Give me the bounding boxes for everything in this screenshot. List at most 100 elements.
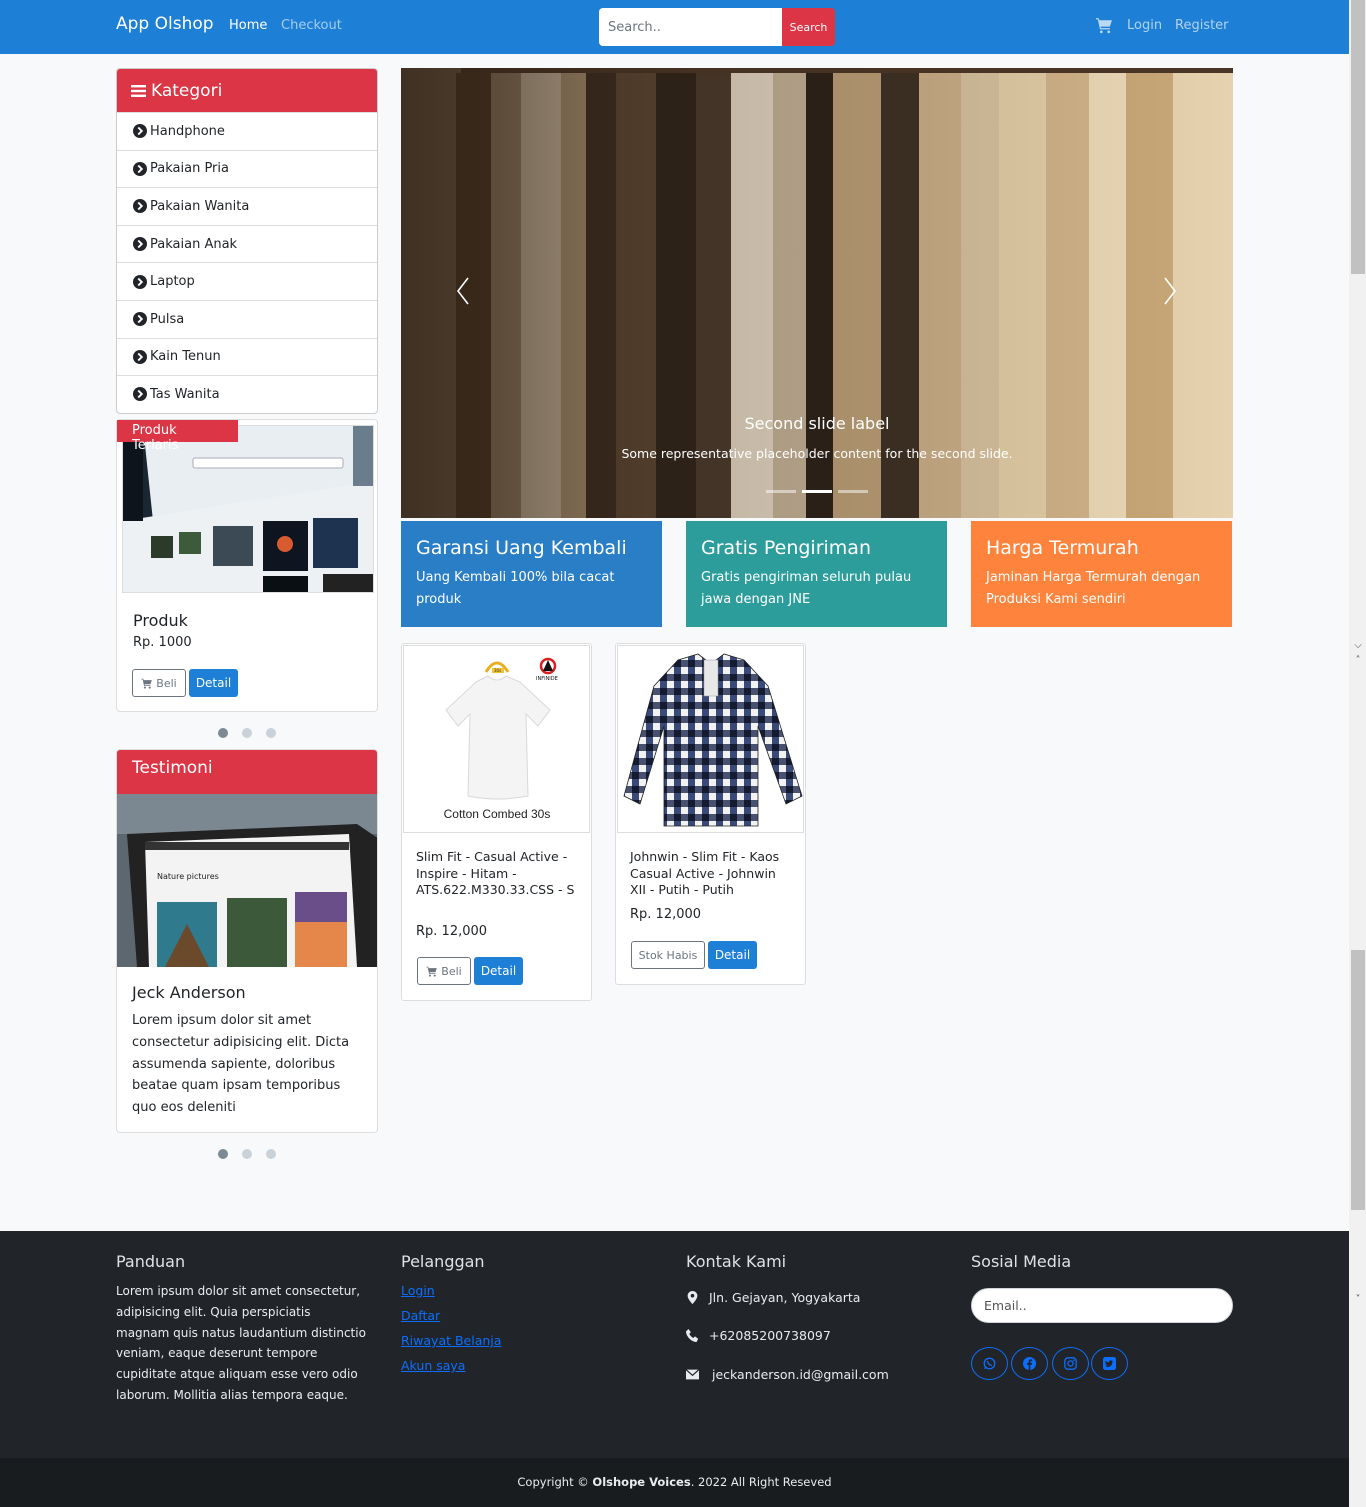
feature-text: Gratis pengiriman seluruh pulau jawa den…	[701, 570, 912, 607]
contact-phone-text: +62085200738097	[709, 1328, 831, 1343]
whatsapp-icon	[983, 1357, 996, 1370]
kategori-item-laptop[interactable]: Laptop	[117, 262, 377, 300]
whatsapp-button[interactable]	[971, 1347, 1008, 1380]
kategori-item-pulsa[interactable]: Pulsa	[117, 299, 377, 338]
footer-pelanggan-title: Pelanggan	[401, 1252, 485, 1271]
product-2-detail-button[interactable]: Detail	[708, 941, 757, 969]
testimoni-image-heading: Nature pictures	[157, 872, 219, 881]
contact-address-text: Jln. Gejayan, Yogyakarta	[709, 1290, 861, 1305]
product-brand-mark: INFINIDE	[536, 676, 558, 682]
terlaris-carousel-dot-2[interactable]	[242, 728, 252, 738]
product-size-tag: 30s	[494, 668, 501, 673]
testimoni-carousel-dot-3[interactable]	[266, 1149, 276, 1159]
chevron-circle-right-icon	[133, 161, 147, 176]
chevron-circle-right-icon	[133, 124, 147, 139]
product-image-caption: Cotton Combed 30s	[444, 807, 551, 821]
scrollbar-thumb-secondary[interactable]	[1351, 950, 1365, 1210]
chevron-circle-right-icon	[133, 199, 147, 214]
testimoni-card: Testimoni Nature pictures Jeck Anderson …	[116, 749, 378, 1133]
copyright-brand: Olshope Voices	[592, 1475, 691, 1489]
produk-terlaris-badge: Produk Terlaris	[117, 420, 238, 453]
kategori-item-label: Tas Wanita	[150, 386, 220, 402]
feature-title: Gratis Pengiriman	[701, 537, 871, 559]
contact-email: jeckanderson.id@gmail.com	[686, 1367, 889, 1382]
kategori-item-label: Pakaian Wanita	[150, 198, 250, 214]
bars-icon	[131, 84, 146, 97]
facebook-button[interactable]	[1011, 1347, 1048, 1380]
scrollbar-thumb[interactable]	[1351, 0, 1365, 274]
kategori-item-kain-tenun[interactable]: Kain Tenun	[117, 337, 377, 376]
kategori-item-label: Pakaian Pria	[150, 161, 229, 177]
product-price-1: Rp. 12,000	[416, 924, 488, 939]
carousel-indicator-1[interactable]	[766, 490, 796, 493]
chevron-circle-right-icon	[133, 312, 147, 327]
kategori-panel: Kategori Handphone Pakaian Pria Pakaian Wa…	[116, 68, 378, 414]
footer-link-daftar[interactable]: Daftar	[401, 1308, 440, 1323]
carousel-prev-icon[interactable]	[456, 276, 470, 306]
terlaris-carousel-dot-3[interactable]	[266, 728, 276, 738]
contact-phone: +62085200738097	[686, 1328, 831, 1343]
testimoni-text: Lorem ipsum dolor sit amet consectetur a…	[132, 1013, 350, 1116]
footer-panduan-text: Lorem ipsum dolor sit amet consectetur, …	[116, 1284, 366, 1402]
footer-link-login[interactable]: Login	[401, 1283, 435, 1298]
copyright-bar: Copyright © Olshope Voices. 2022 All Rig…	[0, 1458, 1349, 1507]
kategori-item-pakaian-wanita[interactable]: Pakaian Wanita	[117, 187, 377, 225]
terlaris-detail-button[interactable]: Detail	[189, 669, 238, 697]
footer-link-riwayat-belanja[interactable]: Riwayat Belanja	[401, 1333, 501, 1348]
scroll-down-arrow-icon[interactable]: ⌵	[1351, 639, 1365, 653]
kategori-header: Kategori	[117, 69, 377, 112]
search-button[interactable]: Search	[782, 8, 835, 46]
product-price-2: Rp. 12,000	[630, 907, 702, 922]
footer: Panduan Lorem ipsum dolor sit amet conse…	[0, 1231, 1349, 1458]
product-card-2: Johnwin - Slim Fit - Kaos Casual Active …	[615, 643, 806, 985]
chevron-circle-right-icon	[133, 387, 147, 402]
scroll-down-arrow-icon-secondary[interactable]: ˅	[1351, 1293, 1365, 1307]
search-input[interactable]	[599, 8, 782, 46]
feature-title: Garansi Uang Kembali	[416, 537, 627, 559]
product-1-beli-label: Beli	[441, 964, 462, 978]
product-1-beli-button[interactable]: Beli	[417, 957, 471, 985]
nav-login-link[interactable]: Login	[1127, 18, 1162, 33]
feature-harga-termurah: Harga Termurah Jaminan Harga Termurah de…	[971, 521, 1232, 627]
terlaris-beli-label: Beli	[156, 676, 177, 690]
twitter-button[interactable]	[1091, 1347, 1128, 1380]
carousel-next-icon[interactable]	[1163, 276, 1177, 306]
kategori-item-pakaian-pria[interactable]: Pakaian Pria	[117, 149, 377, 188]
kategori-item-handphone[interactable]: Handphone	[117, 112, 377, 150]
footer-sosial-title: Sosial Media	[971, 1252, 1072, 1271]
contact-address: Jln. Gejayan, Yogyakarta	[686, 1290, 860, 1305]
testimoni-name: Jeck Anderson	[132, 983, 246, 1002]
testimoni-carousel-dot-2[interactable]	[242, 1149, 252, 1159]
scroll-up-arrow-icon[interactable]: ˄	[1351, 654, 1365, 668]
map-marker-icon	[687, 1291, 698, 1304]
footer-link-akun-saya[interactable]: Akun saya	[401, 1358, 465, 1373]
kategori-title: Kategori	[151, 80, 223, 101]
nav-register-link[interactable]: Register	[1175, 18, 1229, 33]
feature-gratis-pengiriman: Gratis Pengiriman Gratis pengiriman selu…	[686, 521, 947, 627]
product-name-1: Slim Fit - Casual Active - Inspire - Hit…	[416, 849, 575, 897]
kategori-item-label: Pulsa	[150, 311, 185, 327]
product-image-2	[617, 645, 804, 833]
nav-home-link[interactable]: Home	[229, 18, 267, 33]
brand-link[interactable]: App Olshop	[116, 14, 214, 34]
nav-checkout-link[interactable]: Checkout	[281, 18, 342, 33]
carousel-caption-title: Second slide label	[744, 414, 890, 433]
envelope-icon	[686, 1369, 699, 1380]
kategori-item-tas-wanita[interactable]: Tas Wanita	[117, 375, 377, 413]
terlaris-carousel-dot-1[interactable]	[218, 728, 228, 738]
product-1-detail-button[interactable]: Detail	[474, 957, 523, 985]
carousel-indicator-3[interactable]	[838, 490, 868, 493]
kategori-item-pakaian-anak[interactable]: Pakaian Anak	[117, 224, 377, 263]
carousel-indicator-2[interactable]	[802, 490, 832, 493]
feature-text: Uang Kembali 100% bila cacat produk	[416, 570, 615, 607]
product-2-stok-habis-button[interactable]: Stok Habis	[631, 941, 705, 969]
newsletter-email-input[interactable]	[971, 1288, 1233, 1323]
footer-panduan-title: Panduan	[116, 1252, 186, 1271]
terlaris-beli-button[interactable]: Beli	[132, 669, 186, 697]
navbar: App Olshop Home Checkout Search Login Re…	[0, 0, 1349, 54]
testimoni-carousel-dot-1[interactable]	[218, 1149, 228, 1159]
cart-icon[interactable]	[1096, 17, 1113, 34]
instagram-button[interactable]	[1052, 1347, 1089, 1380]
kategori-item-label: Handphone	[150, 123, 225, 139]
instagram-icon	[1064, 1357, 1077, 1370]
